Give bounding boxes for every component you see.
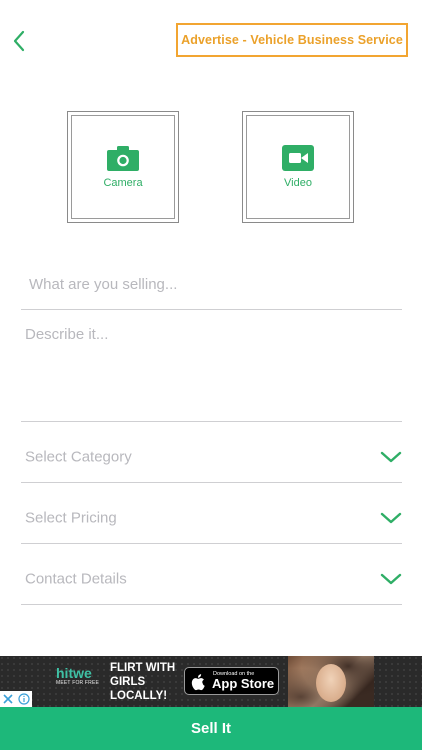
top-bar: Advertise - Vehicle Business Service [0, 0, 422, 80]
select-pricing[interactable]: Select Pricing [21, 488, 402, 548]
video-label: Video [284, 177, 312, 189]
ad-brand-tagline: MEET FOR FREE [56, 680, 100, 686]
app-store-big-text: App Store [212, 676, 275, 691]
info-icon [18, 693, 30, 705]
camera-label: Camera [103, 177, 143, 189]
close-icon [3, 694, 13, 704]
ad-info-button[interactable] [16, 691, 32, 707]
video-camera-icon [282, 145, 314, 171]
select-pricing-label: Select Pricing [25, 509, 117, 527]
contact-divider [21, 604, 402, 605]
advertise-button[interactable]: Advertise - Vehicle Business Service [176, 23, 408, 57]
ad-photo-face [316, 664, 346, 702]
ad-close-button[interactable] [0, 691, 16, 707]
title-divider [21, 309, 402, 310]
sell-it-button[interactable]: Sell It [0, 707, 422, 750]
description-divider [21, 421, 402, 422]
camera-button[interactable]: Camera [67, 111, 179, 223]
contact-details-label: Contact Details [25, 570, 127, 588]
chevron-down-icon [380, 573, 402, 585]
camera-icon [107, 146, 139, 171]
select-category-label: Select Category [25, 448, 132, 466]
ad-brand-name: hitwe [56, 665, 92, 681]
ad-headline-line: FLIRT WITH [110, 662, 176, 674]
ad-headline-line: LOCALLY! [110, 690, 168, 702]
category-divider [21, 482, 402, 483]
ad-brand-logo: hitwe MEET FOR FREE [56, 666, 102, 687]
pricing-divider [21, 543, 402, 544]
video-button[interactable]: Video [242, 111, 354, 223]
ad-banner[interactable]: hitwe MEET FOR FREE FLIRT WITH GIRLS LOC… [0, 656, 422, 707]
camera-button-frame: Camera [71, 115, 175, 219]
select-category[interactable]: Select Category [21, 427, 402, 487]
title-input[interactable] [21, 268, 402, 300]
chevron-down-icon [380, 512, 402, 524]
ad-headline-line: GIRLS [110, 676, 146, 688]
video-button-frame: Video [246, 115, 350, 219]
chevron-down-icon [380, 451, 402, 463]
app-store-badge[interactable]: Download on the App Store [184, 667, 279, 695]
apple-icon [191, 674, 205, 691]
chevron-left-icon [13, 30, 25, 52]
select-contact-details[interactable]: Contact Details [21, 549, 402, 609]
description-input[interactable] [21, 322, 402, 414]
ad-headline: FLIRT WITH GIRLS LOCALLY! [110, 661, 180, 703]
back-button[interactable] [6, 26, 32, 56]
ad-photo [288, 656, 374, 707]
